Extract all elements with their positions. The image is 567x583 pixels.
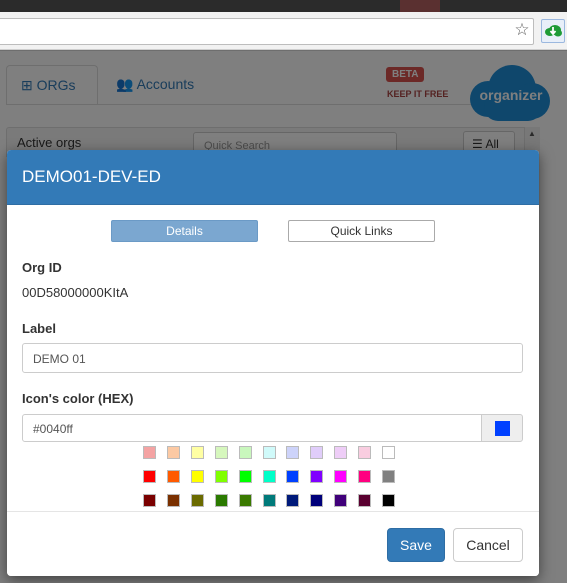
save-button[interactable]: Save: [387, 528, 445, 562]
color-swatch-option[interactable]: [143, 470, 156, 483]
color-swatch-option[interactable]: [382, 494, 395, 507]
color-swatch-option[interactable]: [310, 446, 324, 459]
org-id-value: 00D58000000KItA: [22, 285, 129, 300]
color-swatch-option[interactable]: [190, 494, 204, 507]
os-top-strip: [0, 0, 567, 12]
color-swatch-option[interactable]: [262, 494, 276, 507]
modal-header: DEMO01-DEV-ED: [7, 150, 539, 205]
color-swatch-option[interactable]: [166, 470, 180, 483]
color-field-label: Icon's color (HEX): [22, 391, 134, 406]
modal-title: DEMO01-DEV-ED: [22, 167, 161, 186]
color-swatch-option[interactable]: [358, 494, 372, 507]
org-id-label: Org ID: [22, 260, 62, 275]
color-swatch-option[interactable]: [143, 446, 156, 459]
cancel-button[interactable]: Cancel: [453, 528, 523, 562]
color-swatch-option[interactable]: [238, 494, 252, 507]
color-swatch-option[interactable]: [190, 446, 204, 459]
cloud-download-icon: [545, 25, 562, 37]
star-outline-icon[interactable]: ☆: [512, 20, 532, 40]
org-edit-modal: DEMO01-DEV-ED Details Quick Links Org ID…: [7, 150, 539, 576]
color-swatch-option[interactable]: [214, 446, 228, 459]
color-swatch-option[interactable]: [262, 446, 276, 459]
color-swatch-option[interactable]: [238, 470, 252, 483]
color-swatch-option[interactable]: [166, 446, 180, 459]
color-swatch-option[interactable]: [262, 470, 276, 483]
color-preview-addon[interactable]: [481, 414, 523, 442]
browser-toolbar: ☆: [0, 12, 567, 50]
color-swatch-option[interactable]: [286, 494, 300, 507]
address-bar[interactable]: [0, 18, 534, 45]
color-swatch-option[interactable]: [334, 470, 348, 483]
extension-button[interactable]: [541, 19, 565, 43]
color-swatch-option[interactable]: [334, 494, 348, 507]
color-swatch-option[interactable]: [286, 470, 300, 483]
color-swatch-option[interactable]: [238, 446, 252, 459]
color-swatch-option[interactable]: [382, 446, 395, 459]
color-swatch-option[interactable]: [358, 470, 372, 483]
color-palette: [143, 446, 403, 512]
color-swatch-option[interactable]: [310, 470, 324, 483]
color-swatch-option[interactable]: [382, 470, 395, 483]
label-field-label: Label: [22, 321, 56, 336]
tab-quick-links[interactable]: Quick Links: [288, 220, 435, 242]
color-swatch-option[interactable]: [358, 446, 372, 459]
color-swatch-option[interactable]: [214, 470, 228, 483]
label-input[interactable]: DEMO 01: [22, 343, 523, 373]
color-swatch-option[interactable]: [166, 494, 180, 507]
tab-details[interactable]: Details: [111, 220, 258, 242]
color-swatch-option[interactable]: [310, 494, 324, 507]
color-hex-input[interactable]: #0040ff: [22, 414, 482, 442]
modal-footer: Save Cancel: [7, 511, 539, 576]
color-swatch-option[interactable]: [143, 494, 156, 507]
color-swatch-option[interactable]: [214, 494, 228, 507]
current-color-swatch: [495, 421, 510, 436]
window-control[interactable]: [400, 0, 440, 12]
color-swatch-option[interactable]: [334, 446, 348, 459]
color-swatch-option[interactable]: [190, 470, 204, 483]
color-swatch-option[interactable]: [286, 446, 300, 459]
